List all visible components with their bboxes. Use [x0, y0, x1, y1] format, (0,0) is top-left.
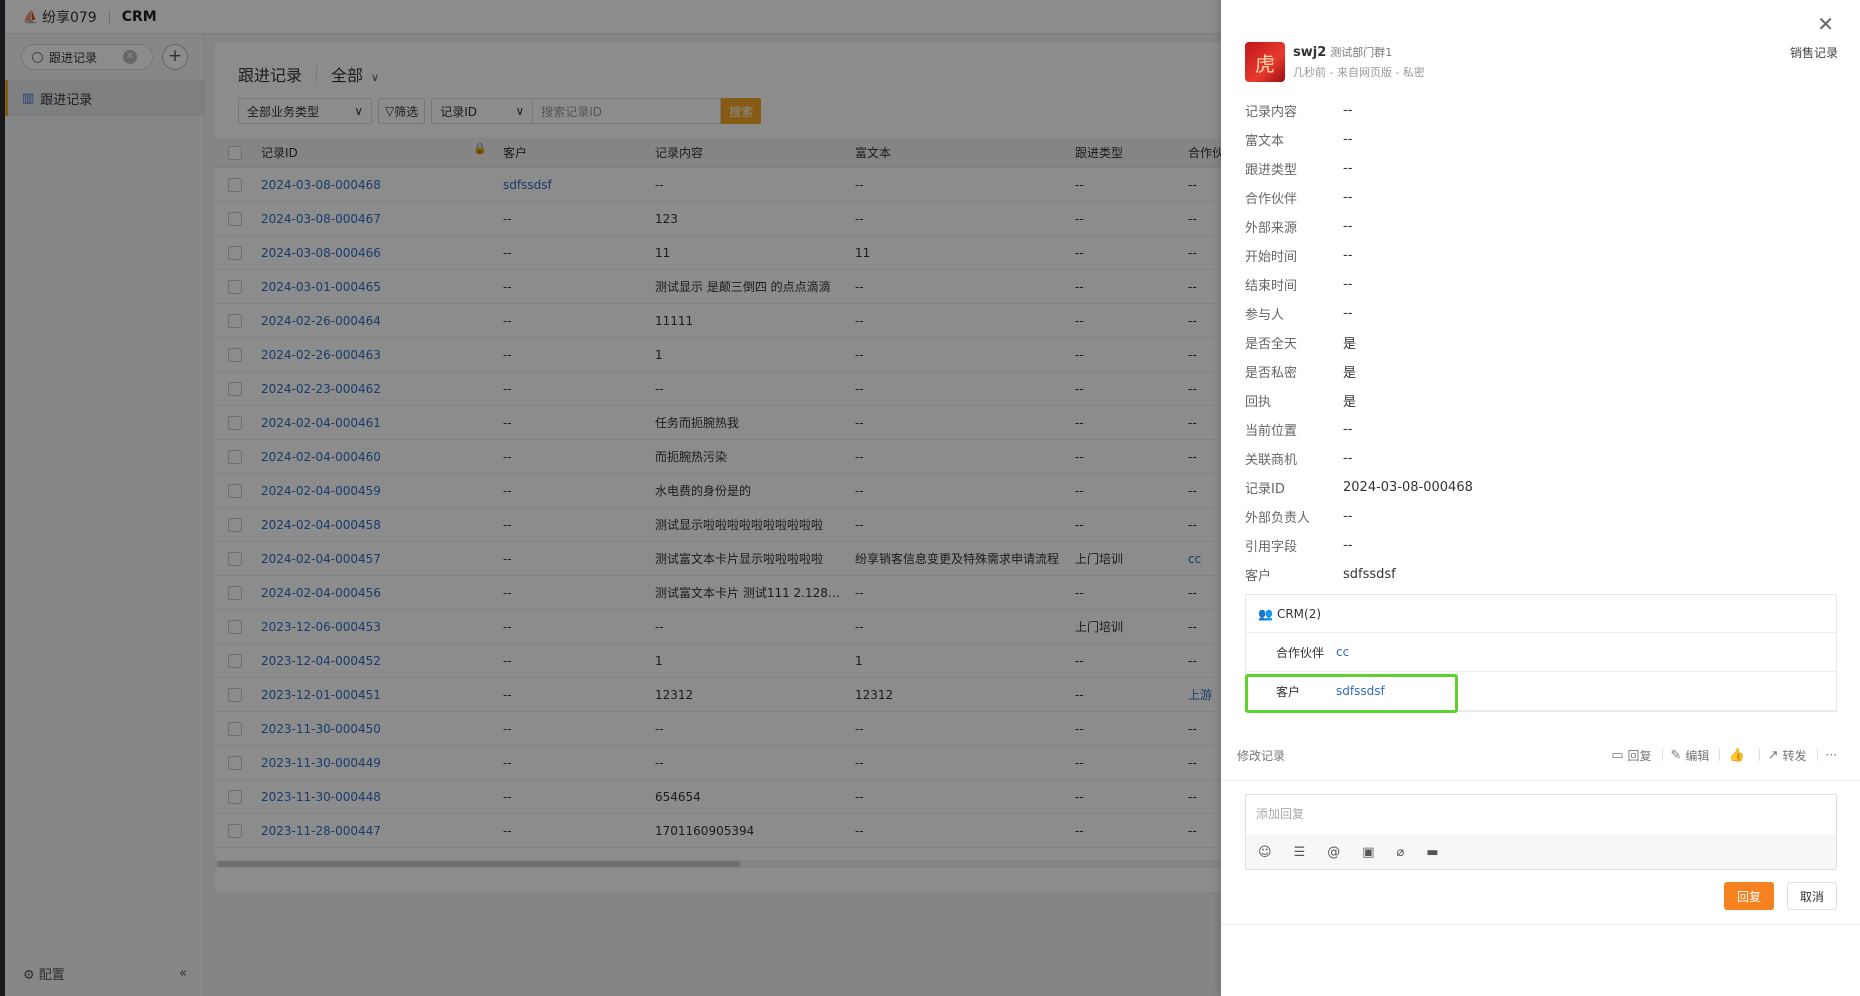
field-value: -- — [1343, 451, 1353, 466]
mention-icon[interactable]: @ — [1327, 845, 1340, 860]
field-row: 当前位置 -- — [1245, 415, 1835, 444]
field-value: -- — [1343, 422, 1353, 437]
highlight-box — [1245, 674, 1458, 713]
crm-row-label: 合作伙伴 — [1276, 645, 1325, 660]
field-label: 回执 — [1245, 395, 1272, 410]
field-row: 关联商机 -- — [1245, 444, 1835, 473]
field-label: 外部来源 — [1245, 221, 1298, 236]
like-action[interactable]: 👍 — [1728, 748, 1748, 763]
field-value: -- — [1343, 103, 1353, 118]
field-row: 跟进类型 -- — [1245, 154, 1835, 183]
attachment-icon[interactable]: ⌀ — [1397, 845, 1405, 860]
modal-overlay[interactable] — [0, 0, 1221, 996]
reply-action-label: 回复 — [1627, 748, 1652, 763]
close-icon[interactable]: ✕ — [1817, 12, 1834, 36]
action-divider — [1758, 749, 1760, 761]
reply-editor[interactable]: 添加回复 ☺ ☰ @ ▣ ⌀ ▬ — [1245, 794, 1837, 870]
field-label: 是否全天 — [1245, 337, 1298, 352]
forward-action[interactable]: ↗ 转发 — [1768, 747, 1807, 764]
action-divider — [1661, 749, 1663, 761]
field-label: 当前位置 — [1245, 424, 1298, 439]
field-row: 是否私密 是 — [1245, 357, 1835, 386]
field-label: 是否私密 — [1245, 366, 1298, 381]
record-type-tag: 销售记录 — [1789, 46, 1838, 60]
field-label: 记录ID — [1245, 482, 1285, 497]
avatar[interactable]: 虎 — [1245, 42, 1285, 82]
field-label: 参与人 — [1245, 308, 1285, 323]
field-row: 记录内容 -- — [1245, 96, 1835, 125]
field-value: -- — [1343, 161, 1353, 176]
field-value: -- — [1343, 132, 1353, 147]
field-value: -- — [1343, 248, 1353, 263]
divider — [1221, 924, 1860, 925]
more-icon[interactable]: ··· — [1826, 748, 1837, 762]
field-row: 外部负责人 -- — [1245, 502, 1835, 531]
post-meta: 几秒前 - 来自网页版 - 私密 — [1293, 66, 1425, 79]
field-label: 引用字段 — [1245, 540, 1298, 555]
field-row: 参与人 -- — [1245, 299, 1835, 328]
crm-row-link[interactable]: cc — [1336, 645, 1349, 659]
field-row: 结束时间 -- — [1245, 270, 1835, 299]
field-label: 富文本 — [1245, 134, 1285, 149]
keyboard-icon[interactable]: ▬ — [1426, 845, 1438, 860]
field-row: 富文本 -- — [1245, 125, 1835, 154]
field-row: 回执 是 — [1245, 386, 1835, 415]
field-label: 外部负责人 — [1245, 511, 1311, 526]
crm-card-title: CRM(2) — [1276, 606, 1322, 621]
action-divider — [1816, 749, 1818, 761]
field-row: 引用字段 -- — [1245, 531, 1835, 560]
emoji-icon[interactable]: ☺ — [1258, 845, 1272, 860]
edit-icon: ✎ — [1670, 747, 1682, 763]
field-value: -- — [1343, 306, 1353, 321]
field-row: 开始时间 -- — [1245, 241, 1835, 270]
field-row: 外部来源 -- — [1245, 212, 1835, 241]
forward-action-label: 转发 — [1782, 748, 1807, 763]
field-row: 记录ID 2024-03-08-000468 — [1245, 473, 1835, 502]
action-divider — [1719, 749, 1721, 761]
cancel-button[interactable]: 取消 — [1787, 882, 1837, 910]
reply-placeholder: 添加回复 — [1256, 807, 1305, 821]
field-value: 是 — [1343, 366, 1357, 381]
field-value[interactable]: sdfssdsf — [1343, 567, 1396, 582]
field-row: 客户 sdfssdsf — [1245, 560, 1835, 589]
field-value: -- — [1343, 538, 1353, 553]
field-label: 结束时间 — [1245, 279, 1298, 294]
field-value: 是 — [1343, 337, 1357, 352]
field-value: 是 — [1343, 395, 1357, 410]
author-dept: 测试部门群1 — [1330, 46, 1393, 59]
modify-record-link[interactable]: 修改记录 — [1237, 747, 1603, 764]
edit-action[interactable]: ✎ 编辑 — [1671, 747, 1710, 764]
comment-icon: ▭ — [1611, 747, 1624, 763]
reply-action[interactable]: ▭ 回复 — [1611, 747, 1651, 764]
action-bar: 修改记录 ▭ 回复 ✎ 编辑 👍 ↗ 转发 ··· — [1237, 744, 1837, 766]
field-label: 开始时间 — [1245, 250, 1298, 265]
field-value: -- — [1343, 277, 1353, 292]
field-value: 2024-03-08-000468 — [1343, 480, 1473, 495]
field-label: 关联商机 — [1245, 453, 1298, 468]
thumbs-up-icon: 👍 — [1728, 747, 1745, 763]
detail-drawer: ✕ 虎 swj2 测试部门群1 几秒前 - 来自网页版 - 私密 销售记录 记录内… — [1221, 0, 1860, 996]
field-value: -- — [1343, 190, 1353, 205]
field-label: 客户 — [1245, 569, 1272, 584]
author: swj2 测试部门群1 — [1293, 44, 1392, 60]
field-label: 合作伙伴 — [1245, 192, 1298, 207]
field-list: 记录内容 -- 富文本 -- 跟进类型 -- 合作伙伴 -- 外部来源 -- 开始时间 -- 结束时间 -… — [1245, 96, 1835, 589]
field-value: -- — [1343, 509, 1353, 524]
field-value: -- — [1343, 219, 1353, 234]
divider — [1221, 780, 1860, 781]
reply-button[interactable]: 回复 — [1724, 882, 1774, 910]
author-name[interactable]: swj2 — [1293, 45, 1326, 60]
field-row: 是否全天 是 — [1245, 328, 1835, 357]
field-label: 记录内容 — [1245, 105, 1298, 120]
edit-action-label: 编辑 — [1685, 748, 1710, 763]
share-icon: ↗ — [1767, 747, 1779, 763]
crm-card-header: 👥 CRM(2) — [1246, 595, 1836, 633]
image-icon[interactable]: ▣ — [1362, 845, 1374, 860]
editor-toolbar: ☺ ☰ @ ▣ ⌀ ▬ — [1246, 835, 1836, 869]
list-icon[interactable]: ☰ — [1294, 845, 1306, 860]
field-label: 跟进类型 — [1245, 163, 1298, 178]
crm-row-partner: 合作伙伴 cc — [1246, 633, 1836, 672]
users-icon: 👥 — [1258, 606, 1273, 621]
field-row: 合作伙伴 -- — [1245, 183, 1835, 212]
